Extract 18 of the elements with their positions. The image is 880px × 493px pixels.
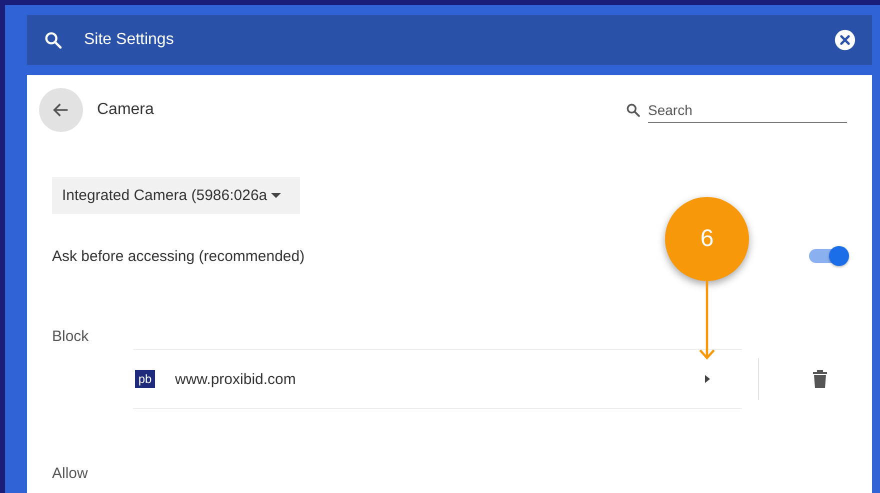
search-icon [43,30,63,50]
trash-icon [813,370,827,388]
close-icon[interactable] [834,29,856,51]
arrow-right-icon [705,375,710,383]
section-heading: Block [52,328,90,345]
header-title: Site Settings [84,31,175,49]
delete-button[interactable] [758,358,827,400]
setting-label: Ask before accessing (recommended) [52,248,305,264]
device-dropdown[interactable]: Integrated Camera (5986:026a [52,177,300,214]
favicon: pb [135,370,155,388]
search-icon [625,102,641,118]
back-button[interactable] [39,88,83,132]
toggle-switch[interactable] [809,249,847,263]
site-list-item[interactable]: pb www.proxibid.com [133,349,742,409]
section-heading: Allow [52,465,89,482]
site-url: www.proxibid.com [175,370,297,388]
caret-icon [271,193,282,198]
page-title: Camera [97,101,155,119]
